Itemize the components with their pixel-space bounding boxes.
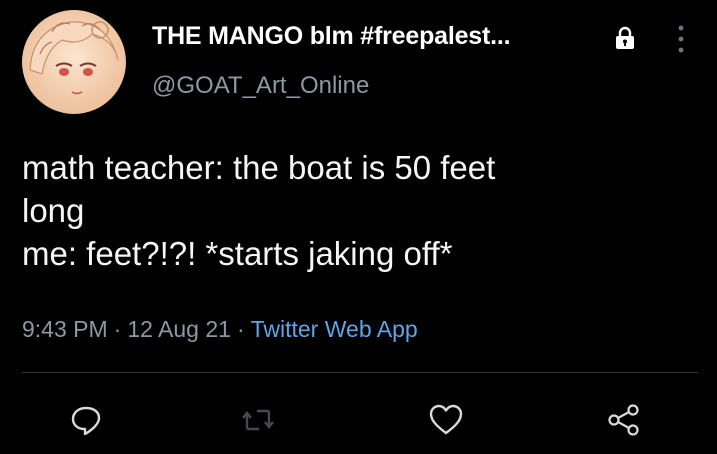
reply-icon bbox=[71, 406, 101, 436]
more-vertical-icon[interactable] bbox=[676, 24, 686, 59]
tweet-source[interactable]: Twitter Web App bbox=[251, 316, 418, 342]
share-icon bbox=[608, 404, 639, 436]
reply-button[interactable] bbox=[66, 400, 106, 440]
like-button[interactable] bbox=[426, 400, 466, 440]
tweet-time[interactable]: 9:43 PM bbox=[22, 316, 108, 342]
share-button[interactable] bbox=[604, 400, 644, 440]
tweet-text: math teacher: the boat is 50 feet long m… bbox=[22, 146, 712, 275]
heart-icon bbox=[429, 404, 463, 435]
avatar[interactable] bbox=[22, 10, 126, 114]
retweet-button[interactable] bbox=[238, 400, 278, 440]
tweet-metadata: 9:43 PM · 12 Aug 21 · Twitter Web App bbox=[22, 316, 418, 343]
user-handle[interactable]: @GOAT_Art_Online bbox=[152, 72, 369, 100]
avatar-illustration bbox=[29, 21, 119, 95]
tweet-card: THE MANGO blm #freepalest... @GOAT_Art_O… bbox=[0, 0, 717, 454]
tweet-date[interactable]: 12 Aug 21 bbox=[127, 316, 231, 342]
tweet-text-line: me: feet?!?! *starts jaking off* bbox=[22, 235, 453, 272]
tweet-text-line: math teacher: the boat is 50 feet bbox=[22, 149, 496, 186]
divider bbox=[22, 372, 698, 373]
tweet-text-line: long bbox=[22, 192, 85, 229]
separator: · bbox=[236, 316, 245, 342]
lock-icon bbox=[614, 26, 636, 55]
display-name[interactable]: THE MANGO blm #freepalest... bbox=[152, 22, 511, 51]
retweet-icon bbox=[242, 409, 274, 431]
separator: · bbox=[113, 316, 122, 342]
